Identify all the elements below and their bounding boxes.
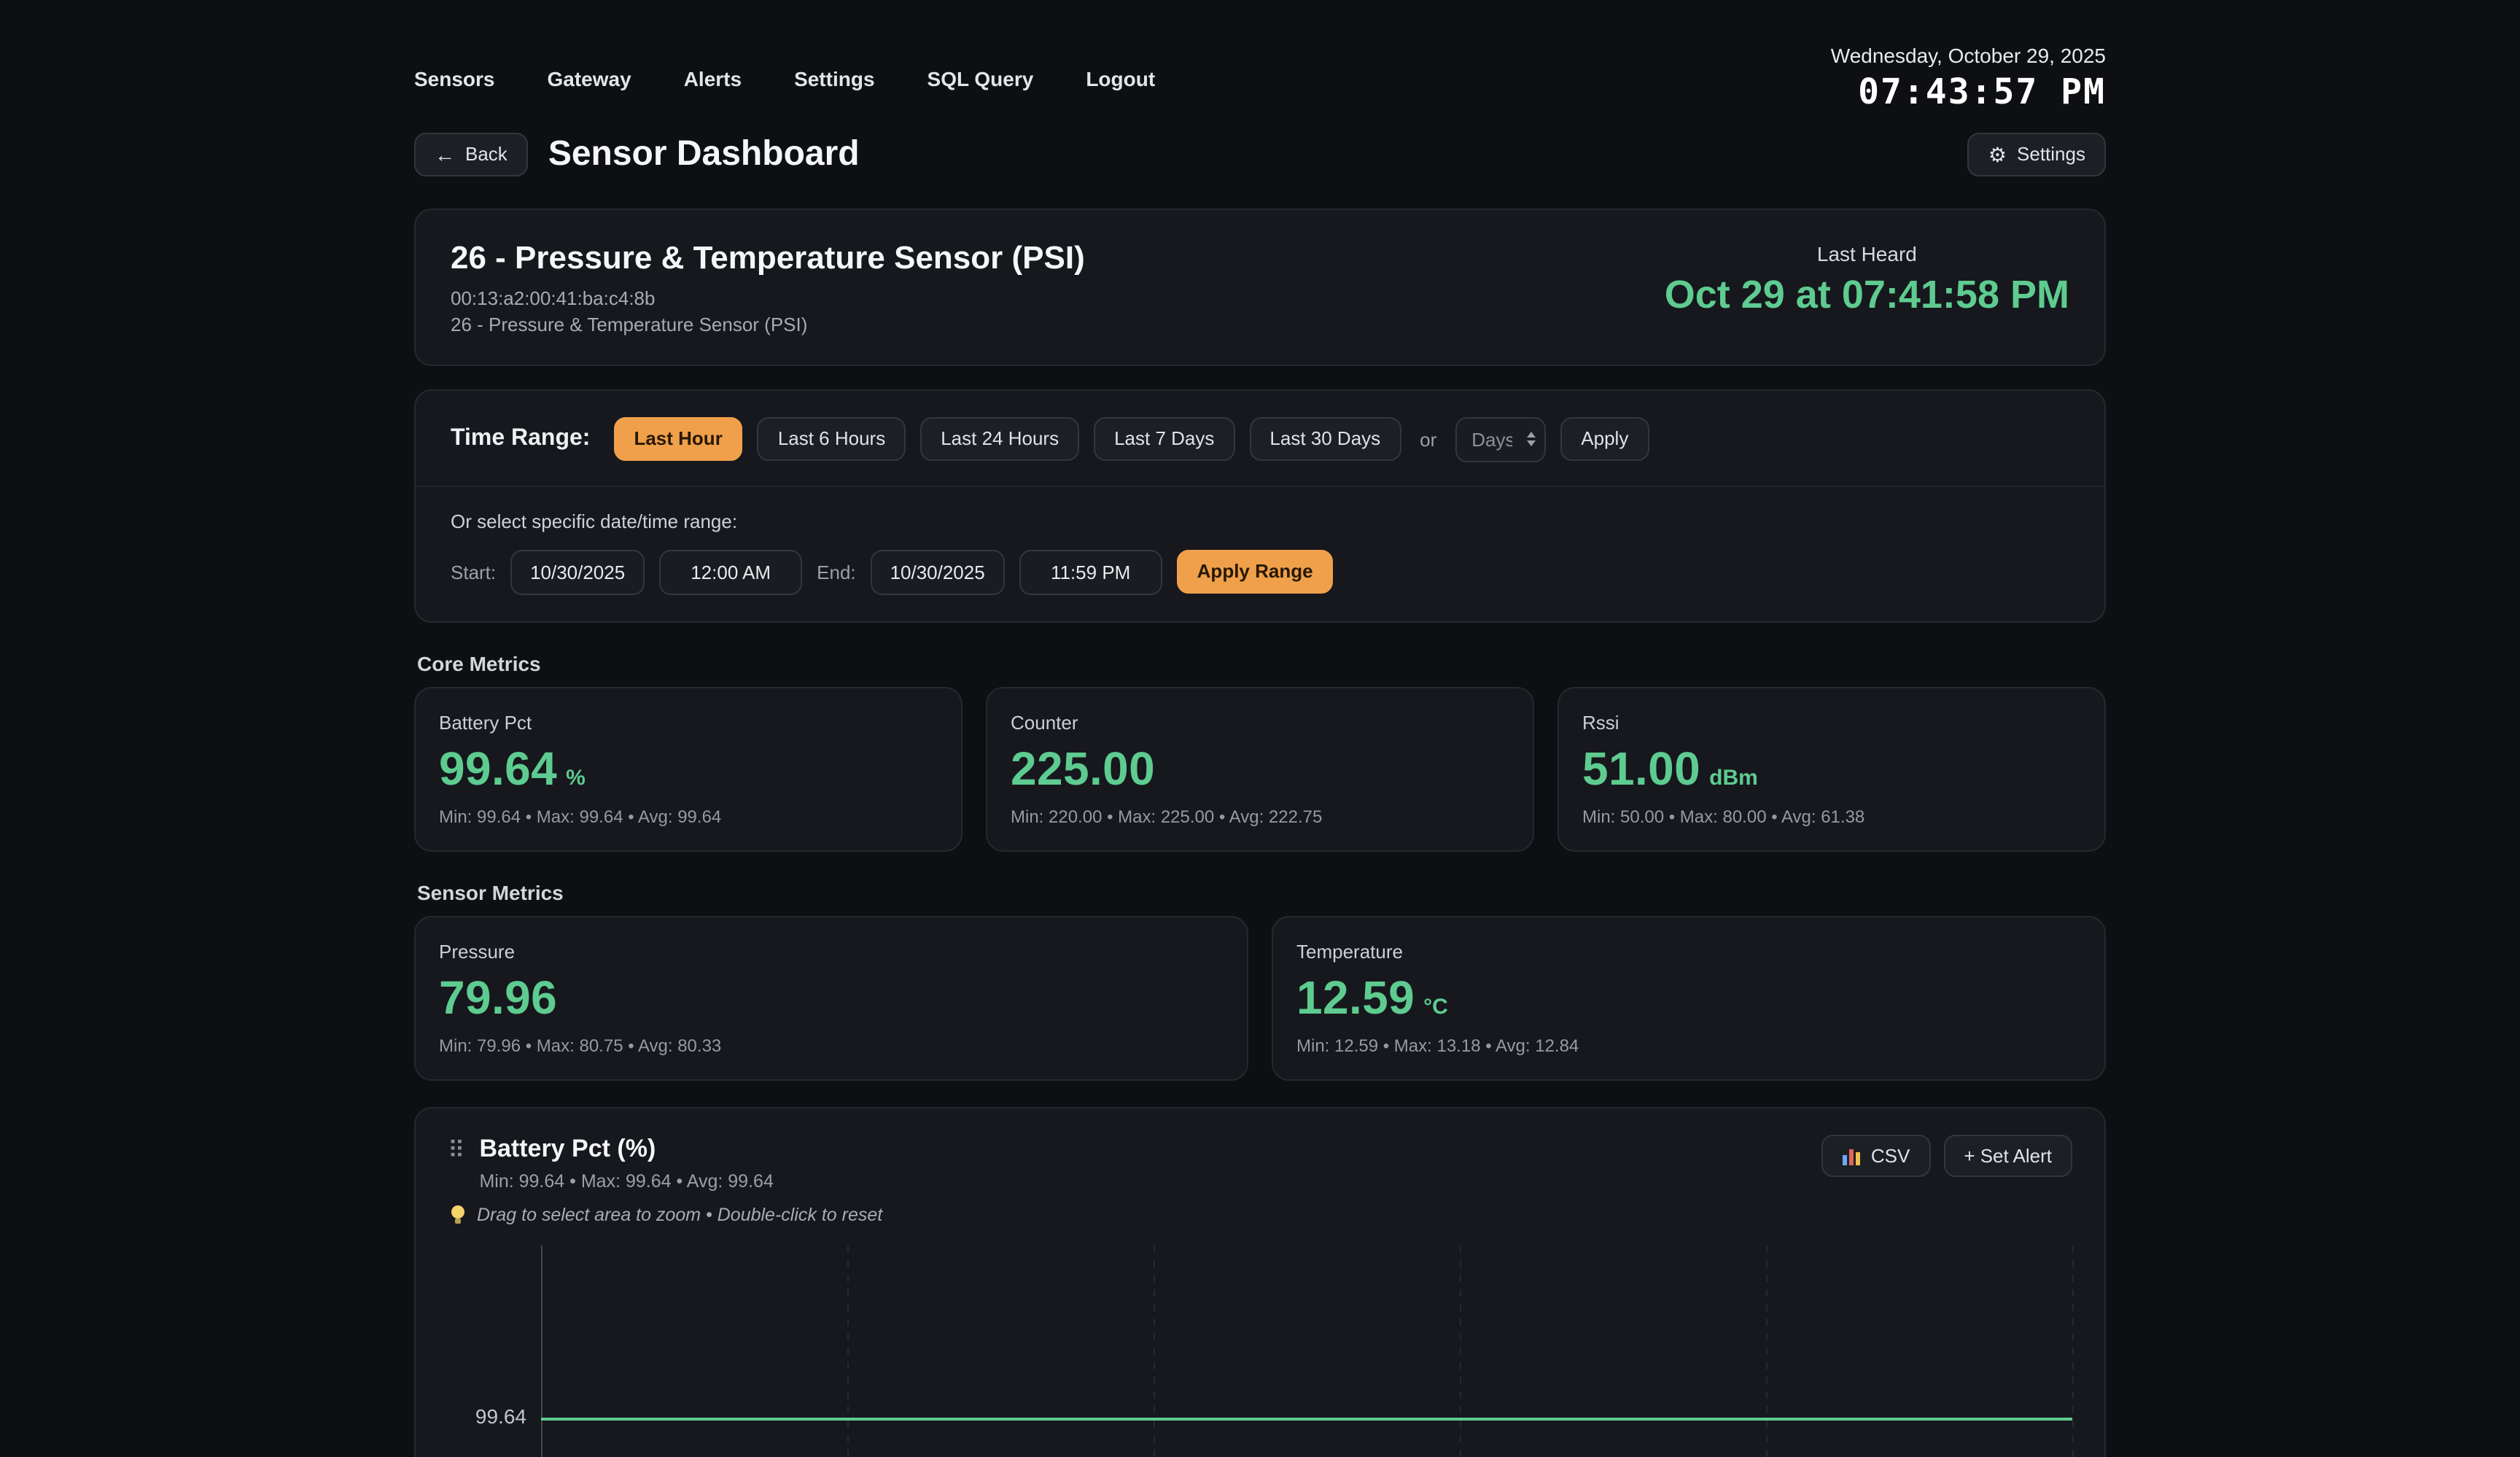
nav-gateway[interactable]: Gateway [548,66,631,90]
or-label: or [1420,428,1436,450]
preset-last-hour[interactable]: Last Hour [613,418,742,461]
sensor-metrics-title: Sensor Metrics [417,880,2106,904]
lightbulb-icon [449,1204,467,1226]
sensor-subtitle: 26 - Pressure & Temperature Sensor (PSI) [451,313,1085,335]
gridline [847,1245,849,1457]
datetime-block: Wednesday, October 29, 2025 07:43:57 PM [1831,44,2106,112]
end-label: End: [817,561,856,583]
csv-export-button[interactable]: CSV [1821,1134,1930,1177]
start-date-input[interactable] [510,549,645,594]
settings-button[interactable]: ⚙ Settings [1968,133,2106,176]
gridline [2072,1245,2074,1457]
metric-card-pressure: Pressure 79.96 Min: 79.96 • Max: 80.75 •… [414,915,1248,1080]
chart-plot-area[interactable]: 99.64 [541,1245,2072,1457]
settings-button-label: Settings [2017,143,2085,166]
back-arrow-icon: ← [435,144,455,165]
preset-last-6-hours[interactable]: Last 6 Hours [758,418,906,461]
csv-button-label: CSV [1871,1144,1910,1167]
y-axis-tick-label: 99.64 [456,1404,526,1427]
number-stepper-icon[interactable] [1527,432,1536,446]
metric-stats: Min: 50.00 • Max: 80.00 • Avg: 61.38 [1582,806,2081,826]
sensor-info-left: 26 - Pressure & Temperature Sensor (PSI)… [451,238,1085,335]
metric-unit: dBm [1709,765,1758,790]
gridline [1154,1245,1155,1457]
last-heard-label: Last Heard [1817,241,1917,265]
back-button[interactable]: ← Back [414,133,528,176]
current-date: Wednesday, October 29, 2025 [1831,44,2106,67]
chart-stats: Min: 99.64 • Max: 99.64 • Avg: 99.64 [479,1170,773,1191]
y-axis-line [541,1245,542,1457]
metric-unit: % [566,765,586,790]
metric-stats: Min: 220.00 • Max: 225.00 • Avg: 222.75 [1011,806,1509,826]
preset-last-30-days[interactable]: Last 30 Days [1249,418,1401,461]
nav-sensors[interactable]: Sensors [414,66,495,90]
metric-label: Battery Pct [439,711,938,733]
apply-days-button[interactable]: Apply [1560,418,1649,461]
sensor-title: 26 - Pressure & Temperature Sensor (PSI) [451,238,1085,276]
last-heard-value: Oct 29 at 07:41:58 PM [1665,272,2069,317]
time-range-presets-row: Time Range: Last Hour Last 6 Hours Last … [451,416,2069,462]
time-range-card: Time Range: Last Hour Last 6 Hours Last … [414,389,2106,622]
custom-range-label: Or select specific date/time range: [451,510,2069,532]
metric-stats: Min: 12.59 • Max: 13.18 • Avg: 12.84 [1296,1035,2081,1055]
preset-last-7-days[interactable]: Last 7 Days [1094,418,1234,461]
metric-value: 225.00 [1011,742,1155,796]
custom-range-row: Start: End: Apply Range [451,549,2069,594]
set-alert-button[interactable]: + Set Alert [1943,1134,2072,1177]
metric-value: 51.00 [1582,742,1700,796]
metric-card-temperature: Temperature 12.59 °C Min: 12.59 • Max: 1… [1272,915,2106,1080]
metric-value: 12.59 [1296,971,1415,1025]
metric-label: Pressure [439,940,1224,962]
sensor-info-card: 26 - Pressure & Temperature Sensor (PSI)… [414,208,2106,365]
chart-tip-text: Drag to select area to zoom • Double-cli… [477,1205,882,1225]
main-nav: Sensors Gateway Alerts Settings SQL Quer… [414,66,1155,90]
start-time-input[interactable] [659,549,802,594]
nav-alerts[interactable]: Alerts [684,66,742,90]
apply-range-button[interactable]: Apply Range [1177,551,1334,594]
drag-handle-icon[interactable]: ⠿ [448,1134,464,1163]
gridline [1766,1245,1768,1457]
metric-label: Temperature [1296,940,2081,962]
divider [416,485,2104,486]
battery-pct-chart-card: ⠿ Battery Pct (%) Min: 99.64 • Max: 99.6… [414,1106,2106,1457]
end-time-input[interactable] [1019,549,1162,594]
page-title: Sensor Dashboard [548,134,860,175]
metric-card-rssi: Rssi 51.00 dBm Min: 50.00 • Max: 80.00 •… [1558,686,2106,851]
gear-icon: ⚙ [1988,144,2007,165]
back-button-label: Back [465,143,508,166]
metric-label: Rssi [1582,711,2081,733]
metric-unit: °C [1423,994,1448,1019]
metric-stats: Min: 99.64 • Max: 99.64 • Avg: 99.64 [439,806,938,826]
chart-title: Battery Pct (%) [479,1134,773,1163]
metric-value: 99.64 [439,742,557,796]
top-bar: Sensors Gateway Alerts Settings SQL Quer… [414,0,2106,112]
bar-chart-icon [1842,1146,1861,1165]
preset-last-24-hours[interactable]: Last 24 Hours [920,418,1079,461]
metric-stats: Min: 79.96 • Max: 80.75 • Avg: 80.33 [439,1035,1224,1055]
page-header: ← Back Sensor Dashboard ⚙ Settings [414,133,2106,176]
end-date-input[interactable] [871,549,1005,594]
metric-card-battery-pct: Battery Pct 99.64 % Min: 99.64 • Max: 99… [414,686,962,851]
core-metrics-grid: Battery Pct 99.64 % Min: 99.64 • Max: 99… [414,686,2106,851]
sensor-mac: 00:13:a2:00:41:ba:c4:8b [451,287,1085,308]
current-time: 07:43:57 PM [1831,71,2106,112]
battery-pct-series-line [541,1417,2072,1420]
metric-value: 79.96 [439,971,557,1025]
metric-label: Counter [1011,711,1509,733]
nav-logout[interactable]: Logout [1086,66,1155,90]
gridline [1460,1245,1461,1457]
nav-sql-query[interactable]: SQL Query [928,66,1034,90]
core-metrics-title: Core Metrics [417,651,2106,675]
nav-settings[interactable]: Settings [794,66,874,90]
sensor-metrics-grid: Pressure 79.96 Min: 79.96 • Max: 80.75 •… [414,915,2106,1080]
days-input-wrap [1455,416,1546,462]
sensor-dashboard-page: Sensors Gateway Alerts Settings SQL Quer… [0,0,2520,1457]
start-label: Start: [451,561,496,583]
last-heard-block: Last Heard Oct 29 at 07:41:58 PM [1665,238,2069,317]
time-range-label: Time Range: [451,426,590,452]
metric-card-counter: Counter 225.00 Min: 220.00 • Max: 225.00… [986,686,1534,851]
